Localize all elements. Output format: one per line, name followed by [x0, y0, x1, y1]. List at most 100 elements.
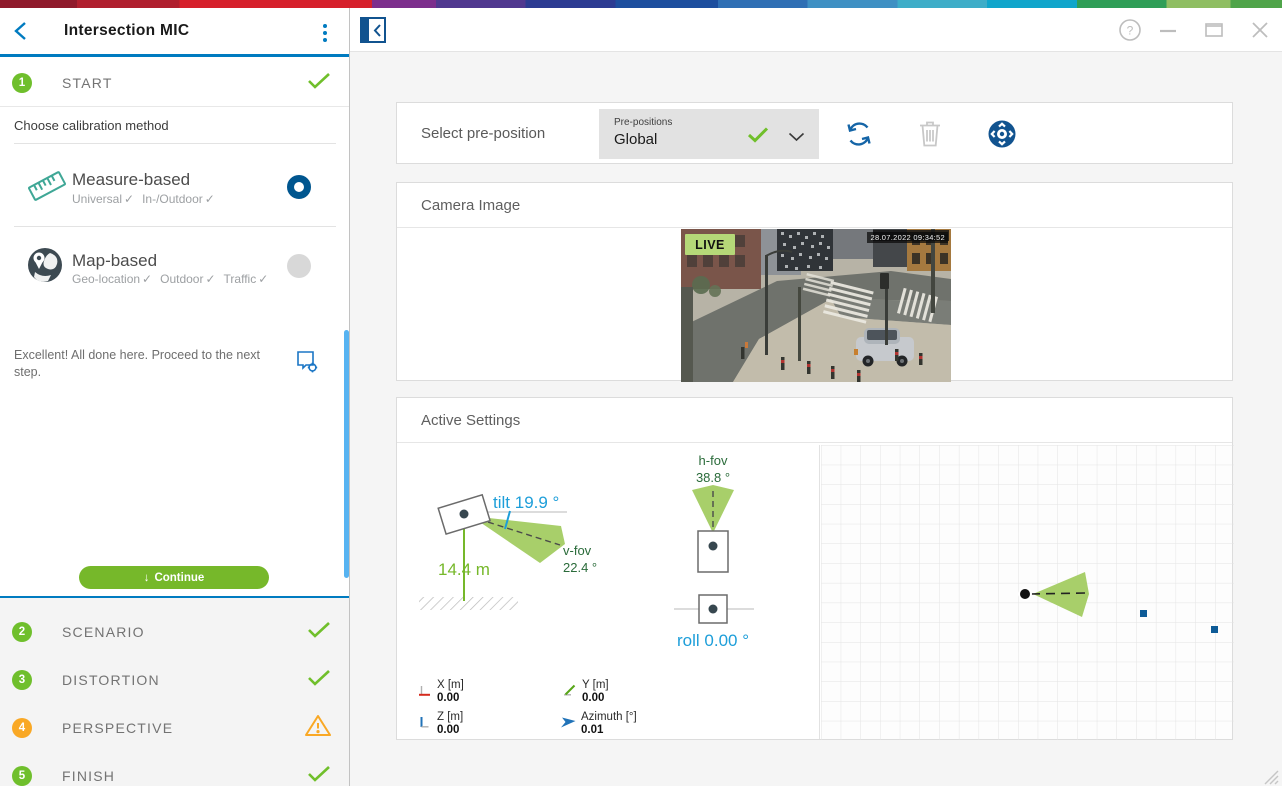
check-icon	[747, 126, 769, 148]
camera-position-map	[821, 445, 1234, 740]
value-x: X [m] 0.00	[417, 679, 464, 705]
help-icon: ?	[1119, 19, 1141, 41]
continue-button[interactable]: ↓ Continue	[79, 566, 269, 589]
check-icon	[307, 72, 331, 94]
preposition-dropdown[interactable]: Pre-positions Global	[599, 109, 819, 159]
x-axis-icon	[419, 686, 430, 696]
choose-method-label: Choose calibration method	[14, 118, 169, 133]
back-arrow-icon	[14, 22, 26, 40]
back-button[interactable]	[0, 9, 44, 53]
globe-icon	[26, 246, 64, 289]
ptz-joystick-icon	[988, 120, 1016, 148]
step-label: START	[62, 75, 113, 91]
radio-unselected[interactable]	[287, 254, 311, 278]
step-number-badge: 2	[12, 622, 32, 642]
calibration-sidebar: Intersection MIC 1 START Choose calibrat…	[0, 8, 350, 786]
panel-header: Camera Image	[397, 183, 1232, 228]
panel-title: Camera Image	[421, 196, 521, 214]
ptz-control-button[interactable]	[987, 119, 1017, 154]
chevron-left-icon	[373, 24, 381, 37]
step-number-badge: 1	[12, 73, 32, 93]
refresh-button[interactable]	[844, 119, 874, 154]
panel-header: Active Settings	[397, 398, 1232, 443]
azimuth-icon	[561, 717, 576, 728]
step-number-badge: 4	[12, 718, 32, 738]
step-row-start[interactable]: 1 START	[0, 60, 349, 107]
method-measure-based[interactable]: Measure-based Universal ✓ In-/Outdoor ✓	[0, 150, 349, 226]
method-title: Measure-based	[72, 170, 191, 189]
divider	[14, 143, 336, 144]
method-tags: Universal ✓ In-/Outdoor ✓	[72, 192, 215, 206]
camera-timestamp: 28.07.2022 09:34:52	[867, 232, 948, 243]
tips-document-icon[interactable]	[294, 348, 320, 380]
z-axis-icon	[420, 717, 429, 728]
maximize-button[interactable]	[1202, 18, 1226, 42]
window-resize-handle[interactable]	[1263, 769, 1279, 786]
preposition-label: Select pre-position	[421, 124, 546, 142]
trash-icon	[920, 121, 940, 147]
y-axis-icon	[564, 684, 576, 696]
steps-list: 2 SCENARIO 3 DISTORTION 4 PERSPECTIVE 5 …	[0, 598, 349, 786]
maximize-icon	[1205, 23, 1223, 37]
camera-height-readout: 14.4 m	[438, 560, 490, 579]
tilt-readout: tilt 19.9 °	[493, 493, 560, 512]
live-camera-view[interactable]: LIVE 28.07.2022 09:34:52	[681, 229, 951, 382]
close-button[interactable]	[1248, 18, 1272, 42]
method-title: Map-based	[72, 251, 158, 270]
panel-title: Active Settings	[421, 411, 521, 429]
camera-image-panel: Camera Image LIVE 28.07.2022 09:34:52	[396, 182, 1233, 382]
status-message: Excellent! All done here. Proceed to the…	[14, 348, 260, 379]
preposition-panel: Select pre-position Pre-positions Global	[396, 102, 1233, 164]
step-row-finish[interactable]: 5 FINISH	[0, 754, 349, 786]
vfov-label: v-fov	[563, 543, 592, 558]
divider	[14, 226, 336, 227]
step-row-perspective[interactable]: 4 PERSPECTIVE	[0, 706, 349, 750]
main-top-bar: ?	[350, 8, 1282, 52]
method-tags: Geo-location ✓ Outdoor ✓ Traffic ✓	[72, 272, 269, 286]
step-label: DISTORTION	[62, 672, 160, 688]
close-icon	[1252, 22, 1268, 38]
value-z: Z [m] 0.00	[417, 711, 463, 737]
warning-icon	[305, 714, 331, 742]
check-icon	[307, 765, 331, 786]
minimize-button[interactable]	[1156, 18, 1180, 42]
step-label: FINISH	[62, 768, 116, 784]
collapse-icon	[362, 19, 369, 41]
dropdown-value: Global	[614, 131, 658, 148]
hfov-label: h-fov	[698, 453, 728, 468]
map-grid-view[interactable]	[821, 445, 1234, 740]
help-button[interactable]: ?	[1118, 18, 1142, 42]
ruler-icon	[26, 168, 68, 209]
down-arrow-icon: ↓	[143, 571, 150, 584]
bosch-supergraphic-strip	[0, 0, 1282, 8]
collapse-sidebar-button[interactable]	[360, 17, 386, 43]
refresh-icon	[847, 122, 871, 146]
step-number-badge: 5	[12, 766, 32, 786]
svg-text:?: ?	[1127, 24, 1134, 38]
kebab-menu-icon[interactable]	[313, 20, 337, 46]
minimize-icon	[1160, 29, 1176, 33]
dropdown-caption: Pre-positions	[614, 117, 673, 128]
page-title: Intersection MIC	[64, 22, 190, 39]
orientation-diagrams: tilt 19.9 ° 14.4 m v-fov 22.4 ° h-fov 38…	[397, 445, 820, 739]
check-icon	[307, 669, 331, 691]
radio-selected[interactable]	[287, 175, 311, 199]
app-window: Intersection MIC 1 START Choose calibrat…	[0, 0, 1282, 786]
active-settings-panel: Active Settings tilt 19.9 ° 14.4 m v-fov…	[396, 397, 1234, 740]
sidebar-header: Intersection MIC	[0, 8, 349, 57]
step-row-distortion[interactable]: 3 DISTORTION	[0, 658, 349, 702]
chevron-down-icon	[788, 129, 805, 147]
step-label: PERSPECTIVE	[62, 720, 174, 736]
value-azimuth: Azimuth [°] 0.01	[559, 711, 637, 737]
check-icon	[307, 621, 331, 643]
active-settings-body: tilt 19.9 ° 14.4 m v-fov 22.4 ° h-fov 38…	[397, 445, 1234, 740]
step-label: SCENARIO	[62, 624, 145, 640]
method-map-based[interactable]: Map-based Geo-location ✓ Outdoor ✓ Traffic…	[0, 232, 349, 312]
step-row-scenario[interactable]: 2 SCENARIO	[0, 610, 349, 654]
delete-button[interactable]	[916, 119, 944, 154]
value-y: Y [m] 0.00	[562, 679, 609, 705]
step-number-badge: 3	[12, 670, 32, 690]
roll-readout: roll 0.00 °	[676, 631, 749, 650]
live-badge: LIVE	[685, 234, 735, 255]
sidebar-scrollbar-thumb[interactable]	[344, 330, 349, 578]
